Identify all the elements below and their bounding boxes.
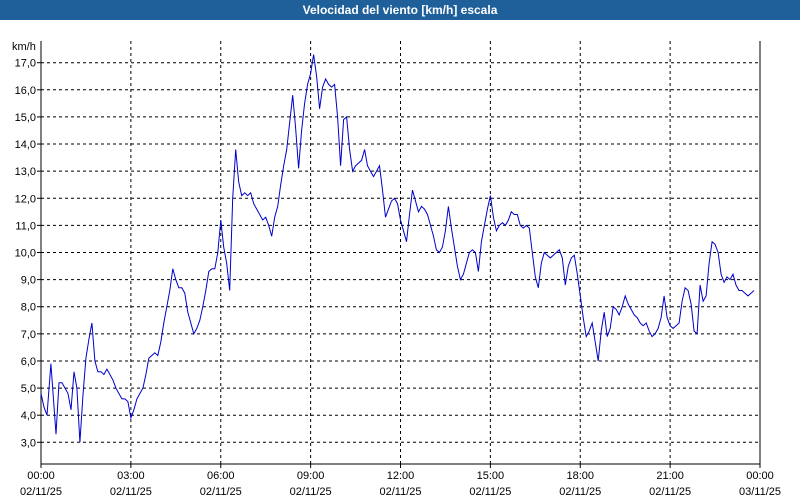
y-tick-label: 15,0 (15, 112, 36, 124)
x-tick-time: 03:00 (117, 470, 145, 482)
y-tick-label: 14,0 (15, 139, 36, 151)
x-tick-date: 02/11/25 (290, 486, 332, 498)
wind-speed-chart: 3,0 4,0 5,0 6,0 7,0 8,0 9,0 10,0 11,0 12,0 13,0 14,… (12, 41, 781, 498)
chart-window: Velocidad del viento [km/h] escala 3,0 4,… (0, 0, 800, 500)
x-tick-date: 02/11/25 (379, 486, 421, 498)
x-tick-time: 12:00 (387, 470, 415, 482)
y-tick-label: 9,0 (21, 275, 36, 287)
x-axis-ticks: 00:00 02/11/25 03:00 02/11/25 06:00 02/11/25 0… (20, 464, 781, 498)
y-axis-ticks: 3,0 4,0 5,0 6,0 7,0 8,0 9,0 10,0 11,0 12,0 13,0 14,… (15, 58, 41, 449)
wind-speed-line (40, 54, 755, 443)
y-tick-label: 12,0 (15, 193, 36, 205)
x-tick-date: 02/11/25 (469, 486, 511, 498)
x-tick-time: 00:00 (27, 470, 55, 482)
series-group (40, 54, 755, 443)
y-axis-label: km/h (12, 41, 36, 53)
chart-title: Velocidad del viento [km/h] escala (0, 0, 800, 20)
x-tick-date: 03/11/25 (739, 486, 781, 498)
x-tick-date: 02/11/25 (200, 486, 242, 498)
y-tick-label: 11,0 (15, 220, 36, 232)
y-tick-label: 6,0 (21, 356, 36, 368)
y-tick-label: 17,0 (15, 58, 36, 70)
y-tick-label: 5,0 (21, 383, 36, 395)
x-tick-time: 09:00 (297, 470, 325, 482)
x-tick-date: 02/11/25 (649, 486, 691, 498)
x-tick-time: 06:00 (207, 470, 235, 482)
x-tick-time: 00:00 (746, 470, 774, 482)
y-tick-label: 13,0 (15, 166, 36, 178)
x-tick-time: 15:00 (477, 470, 505, 482)
x-tick-date: 02/11/25 (559, 486, 601, 498)
x-tick-date: 02/11/25 (110, 486, 152, 498)
y-tick-label: 3,0 (21, 437, 36, 449)
y-tick-label: 10,0 (15, 248, 36, 260)
grid-lines (41, 41, 760, 464)
x-tick-time: 21:00 (656, 470, 684, 482)
y-tick-label: 4,0 (21, 410, 36, 422)
y-tick-label: 8,0 (21, 302, 36, 314)
x-tick-date: 02/11/25 (20, 486, 62, 498)
y-tick-label: 16,0 (15, 85, 36, 97)
y-tick-label: 7,0 (21, 329, 36, 341)
x-tick-time: 18:00 (566, 470, 594, 482)
